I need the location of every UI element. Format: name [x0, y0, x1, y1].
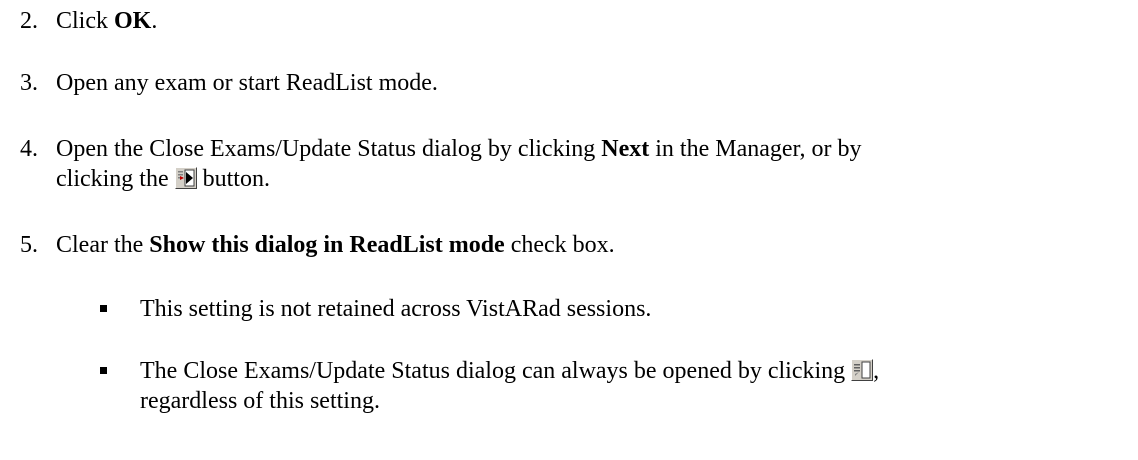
bullet-text: This setting is not retained across Vist…	[140, 296, 652, 322]
close-exams-icon[interactable]	[851, 359, 874, 381]
bullet-icon	[100, 305, 107, 312]
step-text: Open the Close Exams/Update Status dialo…	[56, 136, 862, 192]
show-dialog-label: Show this dialog in ReadList mode	[149, 232, 505, 258]
bullet-text: The Close Exams/Update Status dialog can…	[140, 358, 880, 414]
step-text: Click OK.	[56, 8, 158, 34]
bullet-icon	[100, 367, 107, 374]
ok-label: OK	[114, 8, 152, 34]
next-label: Next	[601, 136, 650, 162]
step-number: 4.	[20, 136, 38, 162]
step-number: 2.	[20, 8, 38, 34]
step-text: Clear the Show this dialog in ReadList m…	[56, 232, 615, 258]
step-text: Open any exam or start ReadList mode.	[56, 70, 438, 96]
step-number: 5.	[20, 232, 38, 258]
step-number: 3.	[20, 70, 38, 96]
next-exam-arrow-icon[interactable]	[174, 167, 197, 189]
